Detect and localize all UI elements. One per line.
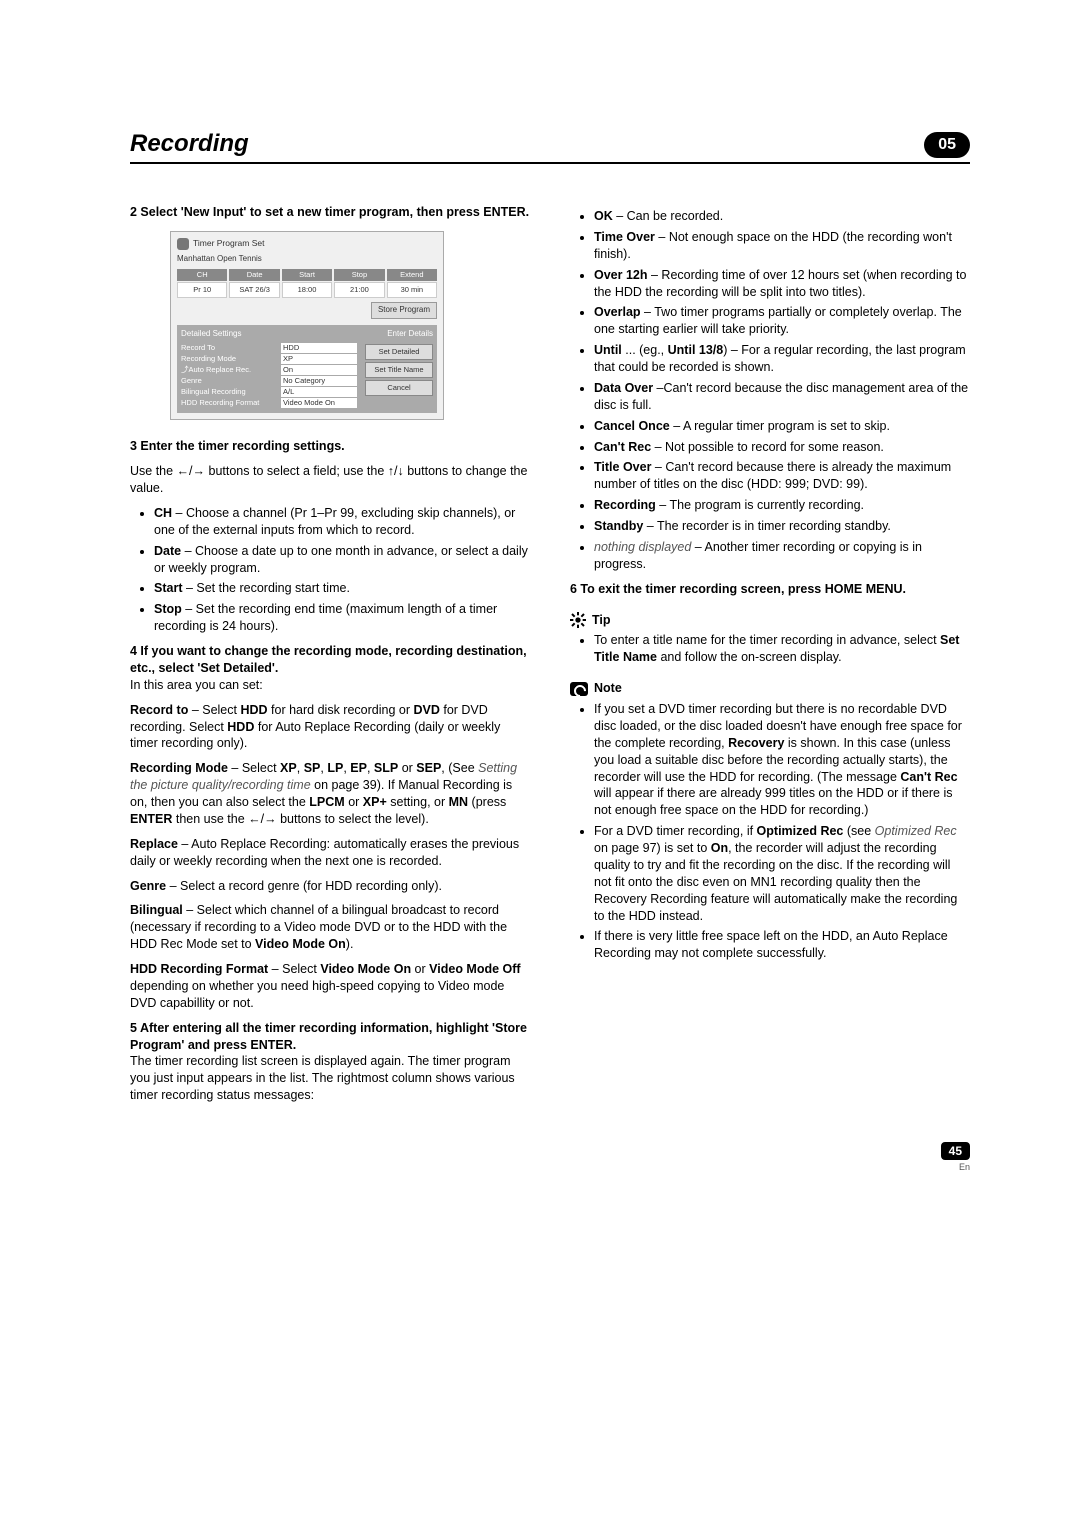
tip-heading: Tip <box>570 612 970 629</box>
tip-body: To enter a title name for the timer reco… <box>594 632 970 666</box>
status-message-list: OK – Can be recorded. Time Over – Not en… <box>570 208 970 573</box>
step-3-bullets: CH – Choose a channel (Pr 1–Pr 99, exclu… <box>130 505 530 635</box>
set-detailed-button[interactable]: Set Detailed <box>365 344 433 360</box>
recorder-icon <box>177 238 189 250</box>
chapter-badge: 05 <box>924 132 970 158</box>
page-lang: En <box>130 1162 970 1172</box>
note-heading: Note <box>570 680 970 697</box>
right-column: OK – Can be recorded. Time Over – Not en… <box>570 204 970 1112</box>
replace-para: Replace – Auto Replace Recording: automa… <box>130 836 530 870</box>
page-header: Recording 05 <box>130 130 970 164</box>
recording-mode-para: Recording Mode – Select XP, SP, LP, EP, … <box>130 760 530 828</box>
set-title-name-button[interactable]: Set Title Name <box>365 362 433 378</box>
page-footer: 45 En <box>130 1142 970 1172</box>
store-program-button[interactable]: Store Program <box>371 302 437 319</box>
step-5-heading: 5 After entering all the timer recording… <box>130 1021 527 1052</box>
note-label: Note <box>594 680 622 697</box>
bilingual-para: Bilingual – Select which channel of a bi… <box>130 902 530 953</box>
detailed-settings-label: Detailed Settings <box>181 329 241 340</box>
step-4-heading: 4 If you want to change the recording mo… <box>130 644 527 675</box>
step-5-body: The timer recording list screen is displ… <box>130 1054 515 1102</box>
note-3: If there is very little free space left … <box>594 928 970 962</box>
pencil-note-icon <box>570 682 588 696</box>
section-title: Recording <box>130 130 249 158</box>
note-2: For a DVD timer recording, if Optimized … <box>594 823 970 924</box>
ui-program-name: Manhattan Open Tennis <box>177 254 437 265</box>
step-2-heading: 2 Select 'New Input' to set a new timer … <box>130 204 530 221</box>
step-6-heading: 6 To exit the timer recording screen, pr… <box>570 581 970 598</box>
tip-label: Tip <box>592 612 611 629</box>
ui-window-title: Timer Program Set <box>193 238 264 249</box>
left-column: 2 Select 'New Input' to set a new timer … <box>130 204 530 1112</box>
record-to-para: Record to – Select HDD for hard disk rec… <box>130 702 530 753</box>
gear-icon <box>570 612 586 628</box>
step-4-sub: In this area you can set: <box>130 678 263 692</box>
timer-program-screenshot: Timer Program Set Manhattan Open Tennis … <box>170 231 444 420</box>
enter-details-label: Enter Details <box>387 329 433 340</box>
step-3-heading: 3 Enter the timer recording settings. <box>130 438 530 455</box>
page-number: 45 <box>941 1142 970 1160</box>
ui-header-row: CH Date Start Stop Extend <box>177 269 437 281</box>
cancel-button[interactable]: Cancel <box>365 380 433 396</box>
step-3-instruction: Use the ←/→ buttons to select a field; u… <box>130 463 530 497</box>
hdd-format-para: HDD Recording Format – Select Video Mode… <box>130 961 530 1012</box>
ui-value-row: Pr 10 SAT 26/3 18:00 21:00 30 min <box>177 282 437 298</box>
note-1: If you set a DVD timer recording but the… <box>594 701 970 819</box>
genre-para: Genre – Select a record genre (for HDD r… <box>130 878 530 895</box>
